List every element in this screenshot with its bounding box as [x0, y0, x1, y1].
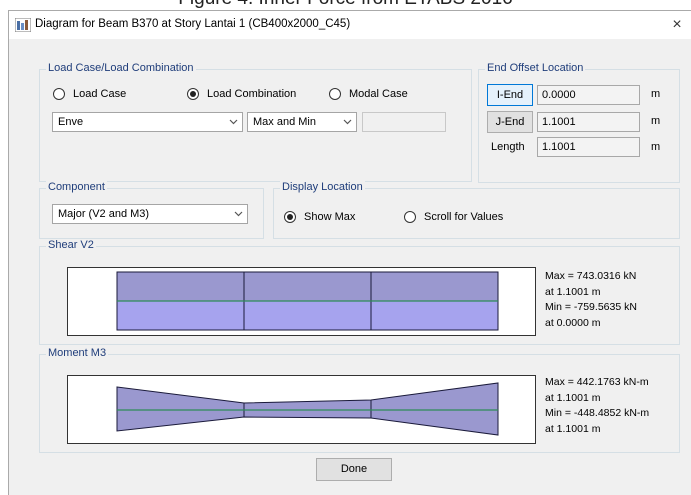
radio-label-load-combination: Load Combination	[207, 88, 297, 100]
i-end-unit: m	[651, 88, 661, 100]
shear-group-label: Shear V2	[46, 239, 96, 251]
figure-caption: Figure 4. Inner Force from ETABS 2016	[0, 0, 691, 10]
component-select[interactable]: Major (V2 and M3)	[52, 204, 248, 224]
shear-group: Shear V2 Max = 743.0316 kN at 1.1001 m M…	[39, 239, 680, 345]
shear-max-location: at 1.1001 m	[545, 285, 601, 298]
moment-info: Max = 442.1763 kN-m at 1.1001 m Min = -4…	[545, 375, 649, 437]
moment-min-location: at 1.1001 m	[545, 422, 601, 435]
radio-load-combination[interactable]: Load Combination	[187, 88, 296, 100]
moment-max: Max = 442.1763 kN-m	[545, 376, 649, 388]
end-offset-group: End Offset Location I-End 0.0000 m J-End…	[478, 62, 680, 183]
step-field-disabled	[362, 112, 446, 132]
radio-dot-show-max[interactable]	[284, 211, 296, 223]
length-label: Length	[491, 141, 525, 153]
background-edge	[0, 0, 8, 495]
window-title: Diagram for Beam B370 at Story Lantai 1 …	[35, 18, 351, 30]
load-case-group-label: Load Case/Load Combination	[46, 62, 196, 74]
radio-dot-load-case[interactable]	[53, 88, 65, 100]
radio-label-load-case: Load Case	[73, 88, 127, 100]
length-field: 1.1001	[537, 137, 640, 157]
chevron-down-icon	[229, 119, 238, 125]
shear-negative-region	[116, 300, 499, 331]
radio-dot-modal-case[interactable]	[329, 88, 341, 100]
end-offset-group-label: End Offset Location	[485, 62, 586, 74]
radio-dot-scroll-values[interactable]	[404, 211, 416, 223]
radio-label-scroll-values: Scroll for Values	[424, 211, 504, 223]
j-end-field[interactable]: 1.1001	[537, 112, 640, 132]
shear-max: Max = 743.0316 kN	[545, 270, 637, 282]
i-end-field[interactable]: 0.0000	[537, 85, 640, 105]
moment-group-label: Moment M3	[46, 347, 109, 359]
shear-info: Max = 743.0316 kN at 1.1001 m Min = -759…	[545, 269, 637, 331]
load-combination-select[interactable]: Enve	[52, 112, 243, 132]
moment-max-location: at 1.1001 m	[545, 391, 601, 404]
display-location-group-label: Display Location	[280, 181, 365, 193]
load-combination-value: Enve	[58, 116, 84, 128]
title-bar: Diagram for Beam B370 at Story Lantai 1 …	[9, 11, 691, 39]
component-group-label: Component	[46, 181, 107, 193]
shear-positive-region	[116, 271, 499, 302]
radio-label-show-max: Show Max	[304, 211, 356, 223]
diagram-dialog: Diagram for Beam B370 at Story Lantai 1 …	[8, 10, 691, 495]
component-value: Major (V2 and M3)	[58, 208, 150, 220]
shear-diagram	[116, 271, 499, 331]
radio-load-case[interactable]: Load Case	[53, 88, 126, 100]
moment-min: Min = -448.4852 kN-m	[545, 407, 650, 419]
radio-label-modal-case: Modal Case	[349, 88, 408, 100]
component-group: Component Major (V2 and M3)	[39, 181, 264, 239]
radio-modal-case[interactable]: Modal Case	[329, 88, 408, 100]
result-type-value: Max and Min	[253, 116, 316, 128]
chevron-down-icon	[234, 211, 243, 217]
radio-scroll-values[interactable]: Scroll for Values	[404, 211, 503, 223]
moment-negative-region	[116, 409, 499, 436]
i-end-button[interactable]: I-End	[487, 84, 533, 106]
chevron-down-icon	[343, 119, 352, 125]
load-case-group: Load Case/Load Combination Load Case Loa…	[39, 62, 472, 182]
done-button[interactable]: Done	[316, 458, 392, 481]
moment-diagram	[116, 382, 499, 436]
etabs-app-icon	[15, 18, 31, 32]
close-icon[interactable]: ×	[667, 15, 687, 35]
j-end-unit: m	[651, 115, 661, 127]
result-type-select[interactable]: Max and Min	[247, 112, 357, 132]
moment-positive-region	[116, 382, 499, 411]
length-unit: m	[651, 141, 661, 153]
shear-min: Min = -759.5635 kN	[545, 301, 637, 313]
moment-group: Moment M3 Max = 442.1763 kN-m at 1.1001 …	[39, 347, 680, 453]
display-location-group: Display Location Show Max Scroll for Val…	[273, 181, 680, 239]
shear-min-location: at 0.0000 m	[545, 316, 601, 329]
radio-dot-load-combination[interactable]	[187, 88, 199, 100]
radio-show-max[interactable]: Show Max	[284, 211, 355, 223]
j-end-button[interactable]: J-End	[487, 111, 533, 133]
moment-diagram-plot	[67, 375, 536, 444]
shear-diagram-plot	[67, 267, 536, 336]
